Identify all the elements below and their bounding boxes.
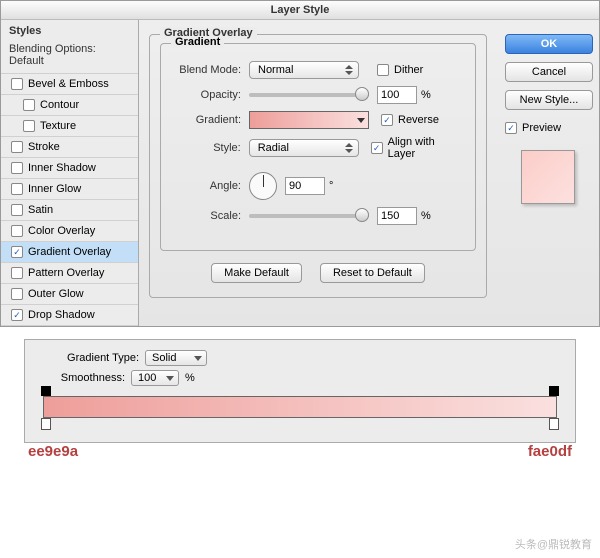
dither-checkbox[interactable] [377, 64, 389, 76]
style-label: Color Overlay [28, 225, 95, 237]
preview-checkbox[interactable]: ✓ [505, 122, 517, 134]
smoothness-input[interactable]: 100 [131, 370, 179, 386]
style-checkbox[interactable] [11, 204, 23, 216]
style-label: Texture [40, 120, 76, 132]
opacity-stop-right[interactable] [549, 386, 559, 396]
window-title: Layer Style [1, 1, 599, 20]
preview-swatch [521, 150, 575, 204]
opacity-label: Opacity: [171, 89, 249, 101]
color-stop-right[interactable] [549, 418, 559, 430]
gradient-swatch[interactable] [249, 111, 369, 129]
style-select[interactable]: Radial [249, 139, 359, 157]
style-item-contour[interactable]: Contour [1, 95, 138, 116]
style-label: Drop Shadow [28, 309, 95, 321]
gradient-type-label: Gradient Type: [39, 352, 139, 364]
style-item-drop-shadow[interactable]: ✓ Drop Shadow [1, 305, 138, 326]
style-label: Outer Glow [28, 288, 84, 300]
make-default-button[interactable]: Make Default [211, 263, 302, 283]
style-label: Inner Glow [28, 183, 81, 195]
style-label: Satin [28, 204, 53, 216]
opacity-slider[interactable] [249, 93, 369, 97]
opacity-stop-left[interactable] [41, 386, 51, 396]
reverse-label: Reverse [398, 114, 439, 126]
style-item-texture[interactable]: Texture [1, 116, 138, 137]
style-checkbox[interactable] [11, 78, 23, 90]
color-stop-left[interactable] [41, 418, 51, 430]
gradient-type-select[interactable]: Solid [145, 350, 207, 366]
gradient-label: Gradient: [171, 114, 249, 126]
style-checkbox[interactable] [23, 120, 35, 132]
gradient-bar[interactable] [43, 396, 557, 418]
style-checkbox[interactable] [11, 225, 23, 237]
scale-label: Scale: [171, 210, 249, 222]
style-checkbox[interactable] [11, 267, 23, 279]
style-label: Pattern Overlay [28, 267, 104, 279]
gradient-subtitle: Gradient [171, 36, 224, 48]
style-item-inner-shadow[interactable]: Inner Shadow [1, 158, 138, 179]
style-label: Style: [171, 142, 249, 154]
reverse-checkbox[interactable]: ✓ [381, 114, 393, 126]
right-color-hex: fae0df [528, 443, 572, 460]
sidebar-header[interactable]: Styles [1, 20, 138, 40]
style-item-pattern-overlay[interactable]: Pattern Overlay [1, 263, 138, 284]
smoothness-label: Smoothness: [39, 372, 125, 384]
left-color-hex: ee9e9a [28, 443, 78, 460]
gradient-editor: Gradient Type: Solid Smoothness: 100 % [24, 339, 576, 443]
angle-input[interactable]: 90 [285, 177, 325, 195]
cancel-button[interactable]: Cancel [505, 62, 593, 82]
style-label: Contour [40, 99, 79, 111]
opacity-input[interactable]: 100 [377, 86, 417, 104]
gradient-overlay-panel: Gradient Overlay Gradient Blend Mode: No… [139, 20, 497, 326]
style-label: Stroke [28, 141, 60, 153]
style-checkbox[interactable] [11, 288, 23, 300]
align-label: Align with Layer [388, 136, 465, 160]
preview-label: Preview [522, 122, 561, 134]
dither-label: Dither [394, 64, 423, 76]
angle-label: Angle: [171, 180, 249, 192]
style-checkbox[interactable] [11, 183, 23, 195]
style-item-satin[interactable]: Satin [1, 200, 138, 221]
angle-dial[interactable] [249, 172, 277, 200]
style-item-gradient-overlay[interactable]: ✓ Gradient Overlay [1, 242, 138, 263]
scale-slider[interactable] [249, 214, 369, 218]
style-item-inner-glow[interactable]: Inner Glow [1, 179, 138, 200]
style-label: Inner Shadow [28, 162, 96, 174]
layer-style-dialog: Layer Style Styles Blending Options: Def… [0, 0, 600, 327]
style-checkbox[interactable]: ✓ [11, 246, 23, 258]
styles-sidebar: Styles Blending Options: Default Bevel &… [1, 20, 139, 326]
right-panel: OK Cancel New Style... ✓ Preview [497, 20, 599, 326]
sidebar-blending-options[interactable]: Blending Options: Default [1, 40, 138, 74]
style-checkbox[interactable]: ✓ [11, 309, 23, 321]
blend-mode-select[interactable]: Normal [249, 61, 359, 79]
style-label: Gradient Overlay [28, 246, 111, 258]
style-checkbox[interactable] [11, 162, 23, 174]
style-item-stroke[interactable]: Stroke [1, 137, 138, 158]
style-item-outer-glow[interactable]: Outer Glow [1, 284, 138, 305]
style-item-color-overlay[interactable]: Color Overlay [1, 221, 138, 242]
reset-default-button[interactable]: Reset to Default [320, 263, 425, 283]
blend-mode-label: Blend Mode: [171, 64, 249, 76]
scale-input[interactable]: 150 [377, 207, 417, 225]
align-checkbox[interactable]: ✓ [371, 142, 383, 154]
style-item-bevel-emboss[interactable]: Bevel & Emboss [1, 74, 138, 95]
watermark: 头条@鼎锐教育 [515, 536, 592, 552]
ok-button[interactable]: OK [505, 34, 593, 54]
style-label: Bevel & Emboss [28, 78, 109, 90]
style-checkbox[interactable] [23, 99, 35, 111]
style-checkbox[interactable] [11, 141, 23, 153]
new-style-button[interactable]: New Style... [505, 90, 593, 110]
